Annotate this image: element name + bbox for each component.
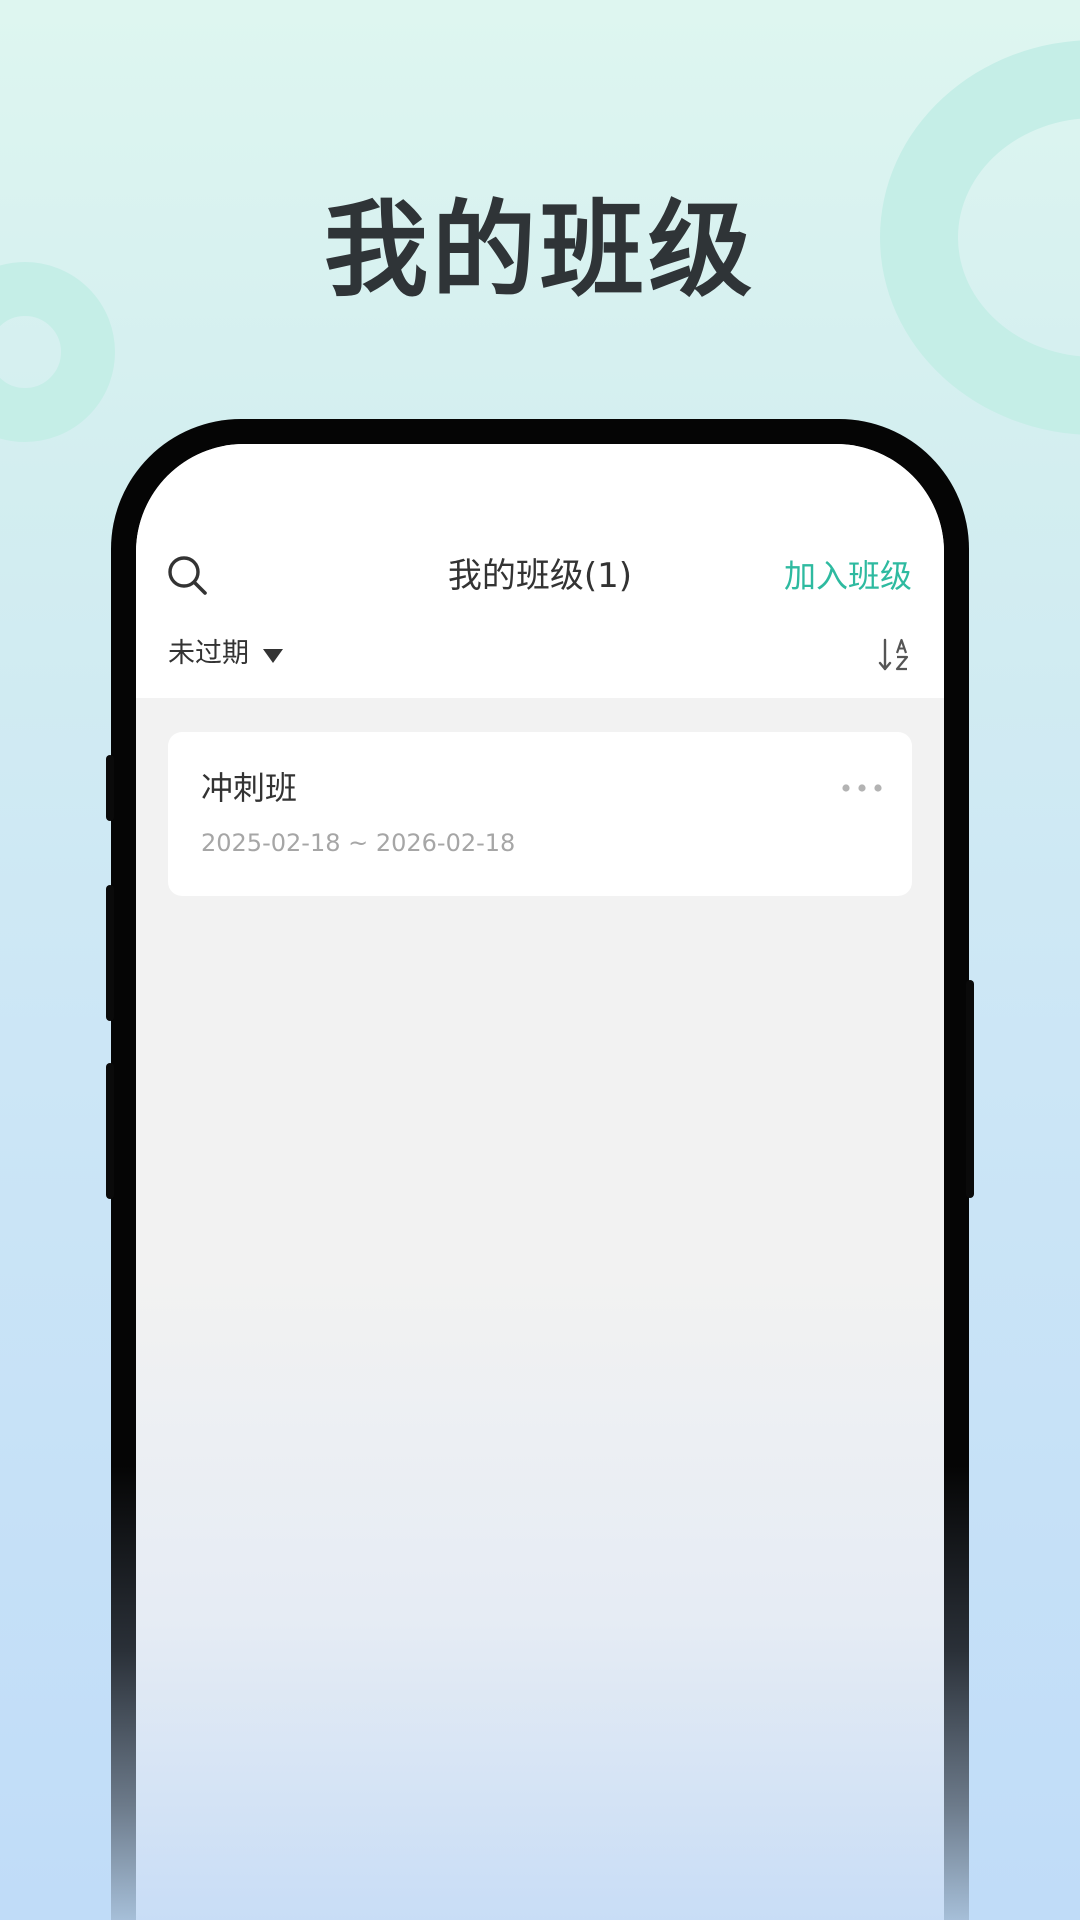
promo-canvas: 我的班级 我的班级(1) 加入班级 未过期 冲刺班 2025-02-18 ~ 2… [0,0,1080,1920]
class-name: 冲刺班 [201,769,298,807]
status-filter-label: 未过期 [168,638,249,669]
screen-header: 我的班级(1) 加入班级 未过期 [136,444,944,698]
filter-bar: 未过期 [136,634,944,684]
phone-power-button [966,980,974,1198]
phone-screen: 我的班级(1) 加入班级 未过期 冲刺班 2025-02-18 ~ 2026-0… [136,444,944,1920]
phone-side-button [106,755,114,821]
phone-side-button [106,1063,114,1199]
status-filter-dropdown[interactable]: 未过期 [168,634,283,674]
nav-bar: 我的班级(1) 加入班级 [136,544,944,616]
phone-side-button [106,885,114,1021]
more-icon[interactable] [840,778,884,798]
hero-title: 我的班级 [323,189,756,311]
join-class-button[interactable]: 加入班级 [784,554,912,598]
caret-down-icon [263,648,283,663]
class-date-range: 2025-02-18 ~ 2026-02-18 [201,829,516,857]
sort-az-icon[interactable] [878,636,914,674]
class-card[interactable]: 冲刺班 2025-02-18 ~ 2026-02-18 [168,732,912,896]
